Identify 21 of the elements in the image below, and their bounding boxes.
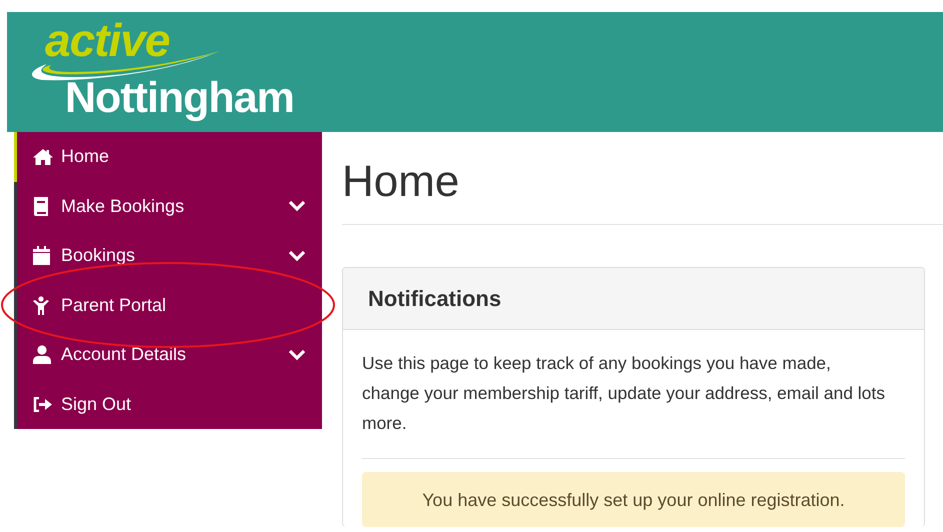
child-icon <box>33 296 49 315</box>
notification-text: Use this page to keep track of any bookings you have made, change your membership tariff, update your address, email and lots more. <box>362 352 886 435</box>
chevron-down-icon <box>288 200 306 212</box>
calendar-icon <box>33 246 50 266</box>
home-icon <box>33 148 53 166</box>
chevron-down-icon <box>288 348 306 361</box>
success-alert: You have successfully set up your online registration. <box>362 472 905 527</box>
sidebar-item[interactable]: Bookings <box>17 231 322 280</box>
sidebar-item[interactable]: Make Bookings <box>17 182 322 231</box>
sidebar-item[interactable]: Account Details <box>17 330 322 380</box>
chevron-down-icon <box>288 250 306 262</box>
sidebar-item[interactable]: Parent Portal <box>17 280 322 330</box>
page-title: Home <box>342 156 460 208</box>
book-icon <box>33 196 49 216</box>
panel-title: Notifications <box>368 286 502 312</box>
sidebar-item[interactable]: Sign Out <box>17 380 322 429</box>
sidebar-item[interactable]: Home <box>17 132 322 182</box>
logo-text: active <box>45 13 170 67</box>
sign-out-icon <box>33 396 52 412</box>
logo-text: Nottingham <box>65 74 294 123</box>
user-icon <box>33 345 51 364</box>
